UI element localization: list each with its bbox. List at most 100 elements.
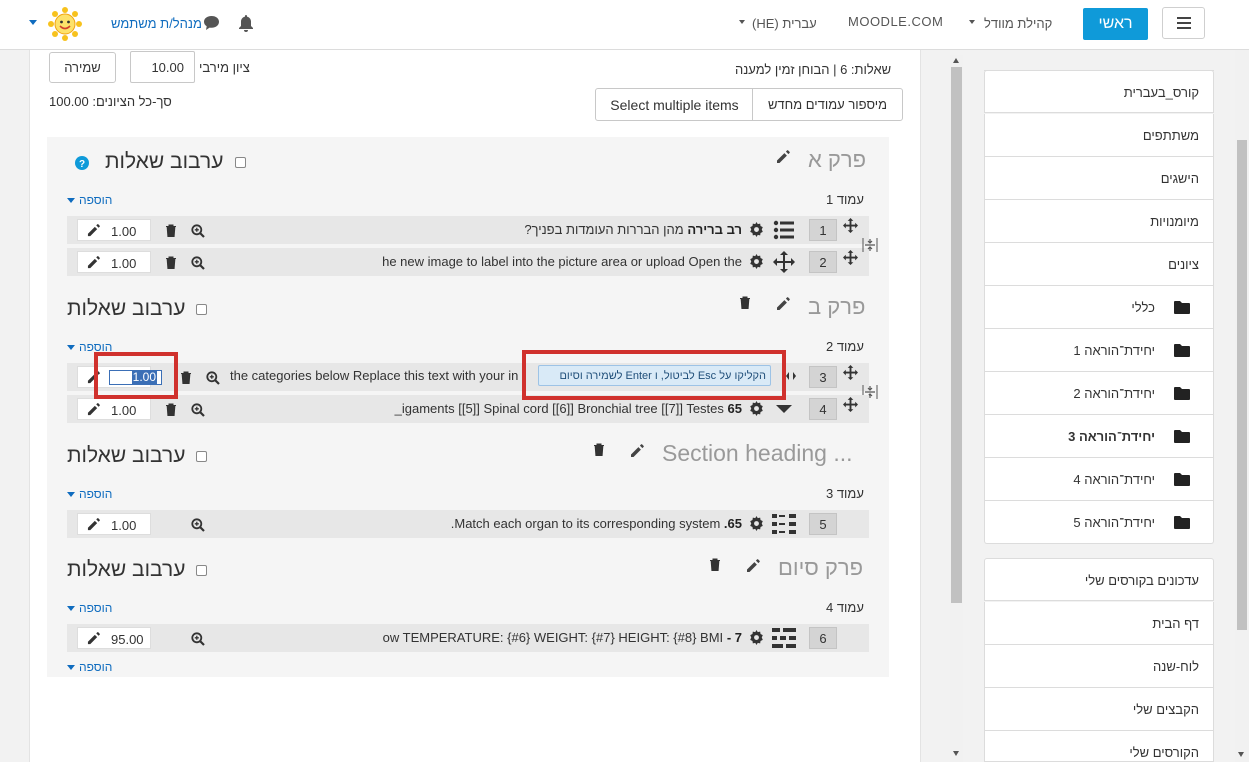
- edit-section-icon[interactable]: [776, 149, 791, 164]
- question-text[interactable]: רב ברירה מהן הבררות העומדות בפניך?: [360, 222, 742, 237]
- main-scrollbar-up-icon[interactable]: [953, 58, 959, 63]
- highlight-box-hint: [522, 350, 786, 400]
- question-number: 5: [809, 513, 837, 535]
- edit-mark-icon[interactable]: [87, 255, 101, 269]
- multichoice-icon: [773, 220, 795, 240]
- select-multiple-button[interactable]: Select multiple items: [595, 88, 754, 121]
- home-button[interactable]: ראשי: [1083, 8, 1148, 40]
- settings-icon[interactable]: [749, 401, 764, 416]
- shuffle-checkbox[interactable]: [235, 157, 246, 168]
- page-label: עמוד 2: [826, 339, 864, 354]
- move-icon[interactable]: [843, 397, 858, 412]
- settings-icon[interactable]: [749, 222, 764, 237]
- preview-icon[interactable]: [191, 403, 205, 417]
- preview-icon[interactable]: [191, 224, 205, 238]
- question-number: 1: [809, 219, 837, 241]
- settings-icon[interactable]: [749, 254, 764, 269]
- sidebar-item-files[interactable]: הקבצים שלי: [984, 688, 1214, 731]
- settings-icon[interactable]: [749, 516, 764, 531]
- user-name[interactable]: מנהל/ת משתמש: [111, 16, 202, 31]
- sidebar-item-badges[interactable]: הישגים: [984, 157, 1214, 200]
- page-label: עמוד 1: [826, 192, 864, 207]
- shuffle-checkbox[interactable]: [196, 451, 207, 462]
- edit-section-icon[interactable]: [630, 443, 645, 458]
- main-scrollbar-down-icon[interactable]: [953, 751, 959, 756]
- sidebar-item-competencies[interactable]: מיומנויות: [984, 200, 1214, 243]
- sidebar-item-general[interactable]: כללי: [984, 286, 1214, 329]
- avatar[interactable]: [48, 7, 82, 41]
- shuffle-checkbox[interactable]: [196, 565, 207, 576]
- delete-icon[interactable]: [165, 403, 177, 416]
- settings-icon[interactable]: [749, 630, 764, 645]
- sidebar-item-unit-5[interactable]: יחידת־הוראה 5: [984, 501, 1214, 544]
- shuffle-label: ערבוב שאלות: [105, 150, 224, 173]
- page-label: עמוד 3: [826, 486, 864, 501]
- delete-section-icon[interactable]: [593, 443, 605, 456]
- sidebar-item-grades[interactable]: ציונים: [984, 243, 1214, 286]
- page-scrollbar-down-icon[interactable]: [1238, 752, 1244, 757]
- edit-mark-icon[interactable]: [87, 517, 101, 531]
- preview-icon[interactable]: [191, 518, 205, 532]
- edit-section-icon[interactable]: [746, 558, 761, 573]
- add-menu[interactable]: הוספה: [67, 487, 112, 501]
- question-text[interactable]: the categories below Replace this text w…: [230, 368, 530, 383]
- move-icon[interactable]: [843, 250, 858, 265]
- preview-icon[interactable]: [206, 371, 220, 385]
- delete-icon[interactable]: [180, 371, 192, 384]
- main-scrollbar[interactable]: [950, 55, 963, 762]
- page-scrollbar-thumb[interactable]: [1237, 140, 1247, 630]
- sidebar-item-unit-4[interactable]: יחידת־הוראה 4: [984, 458, 1214, 501]
- add-menu[interactable]: הוספה: [67, 193, 112, 207]
- question-number: 6: [809, 627, 837, 649]
- section-title: Section heading ...: [662, 440, 853, 466]
- edit-mark-icon[interactable]: [87, 631, 101, 645]
- sidebar-item-home[interactable]: דף הבית: [984, 602, 1214, 645]
- community-menu[interactable]: קהילת מוודל: [984, 16, 1052, 31]
- community-caret-icon[interactable]: [969, 20, 975, 24]
- sidebar-item-my-courses[interactable]: הקורסים שלי: [984, 731, 1214, 762]
- edit-mark-icon[interactable]: [87, 402, 101, 416]
- nav-drawer-button[interactable]: [1162, 7, 1205, 39]
- move-icon[interactable]: [843, 365, 858, 380]
- question-text[interactable]: he new image to label into the picture a…: [330, 254, 742, 269]
- sidebar-item-unit-3[interactable]: יחידת־הוראה 3: [984, 415, 1214, 458]
- bell-icon[interactable]: [238, 14, 254, 35]
- question-text[interactable]: 65 igaments [[5]] Spinal cord [[6]] Bron…: [350, 401, 742, 416]
- page-break-icon[interactable]: [862, 237, 878, 253]
- hamburger-icon: [1176, 17, 1191, 29]
- sidebar-item-course[interactable]: קורס_בעברית: [984, 70, 1214, 113]
- question-text[interactable]: 65. Match each organ to its correspondin…: [400, 516, 742, 531]
- language-caret-icon[interactable]: [739, 20, 745, 24]
- preview-icon[interactable]: [191, 256, 205, 270]
- sidebar-item-unit-2[interactable]: יחידת־הוראה 2: [984, 372, 1214, 415]
- chat-icon[interactable]: [203, 15, 220, 34]
- delete-section-icon[interactable]: [739, 296, 751, 309]
- shuffle-checkbox[interactable]: [196, 304, 207, 315]
- language-menu[interactable]: עברית (HE): [752, 16, 817, 31]
- question-text[interactable]: 7 - ow TEMPERATURE: {#6} WEIGHT: {#7} HE…: [340, 630, 742, 645]
- move-icon[interactable]: [843, 218, 858, 233]
- page-scrollbar[interactable]: [1235, 50, 1249, 762]
- sidebar-item-calendar[interactable]: לוח-שנה: [984, 645, 1214, 688]
- user-menu-caret-icon[interactable]: [29, 20, 37, 25]
- save-button[interactable]: שמירה: [49, 52, 116, 83]
- preview-icon[interactable]: [191, 632, 205, 646]
- edit-mark-icon[interactable]: [87, 223, 101, 237]
- delete-section-icon[interactable]: [709, 558, 721, 571]
- sidebar-item-participants[interactable]: משתתפים: [984, 114, 1214, 157]
- add-menu[interactable]: הוספה: [67, 660, 112, 674]
- help-icon[interactable]: ?: [75, 156, 89, 170]
- sidebar-item-course-updates[interactable]: עדכונים בקורסים שלי: [984, 558, 1214, 601]
- sidebar-item-unit-1[interactable]: יחידת־הוראה 1: [984, 329, 1214, 372]
- add-menu[interactable]: הוספה: [67, 601, 112, 615]
- delete-icon[interactable]: [165, 256, 177, 269]
- moodle-com-link[interactable]: MOODLE.COM: [848, 14, 943, 29]
- max-grade-label: ציון מירבי: [199, 60, 250, 75]
- repaginate-button[interactable]: מיספור עמודים מחדש: [752, 88, 903, 121]
- main-scrollbar-thumb[interactable]: [951, 67, 962, 603]
- max-grade-input[interactable]: 10.00: [130, 51, 195, 83]
- questions-info: שאלות: 6 | הבוחן זמין למענה: [735, 62, 892, 77]
- edit-section-icon[interactable]: [776, 296, 791, 311]
- shuffle-label: ערבוב שאלות: [67, 558, 186, 581]
- delete-icon[interactable]: [165, 224, 177, 237]
